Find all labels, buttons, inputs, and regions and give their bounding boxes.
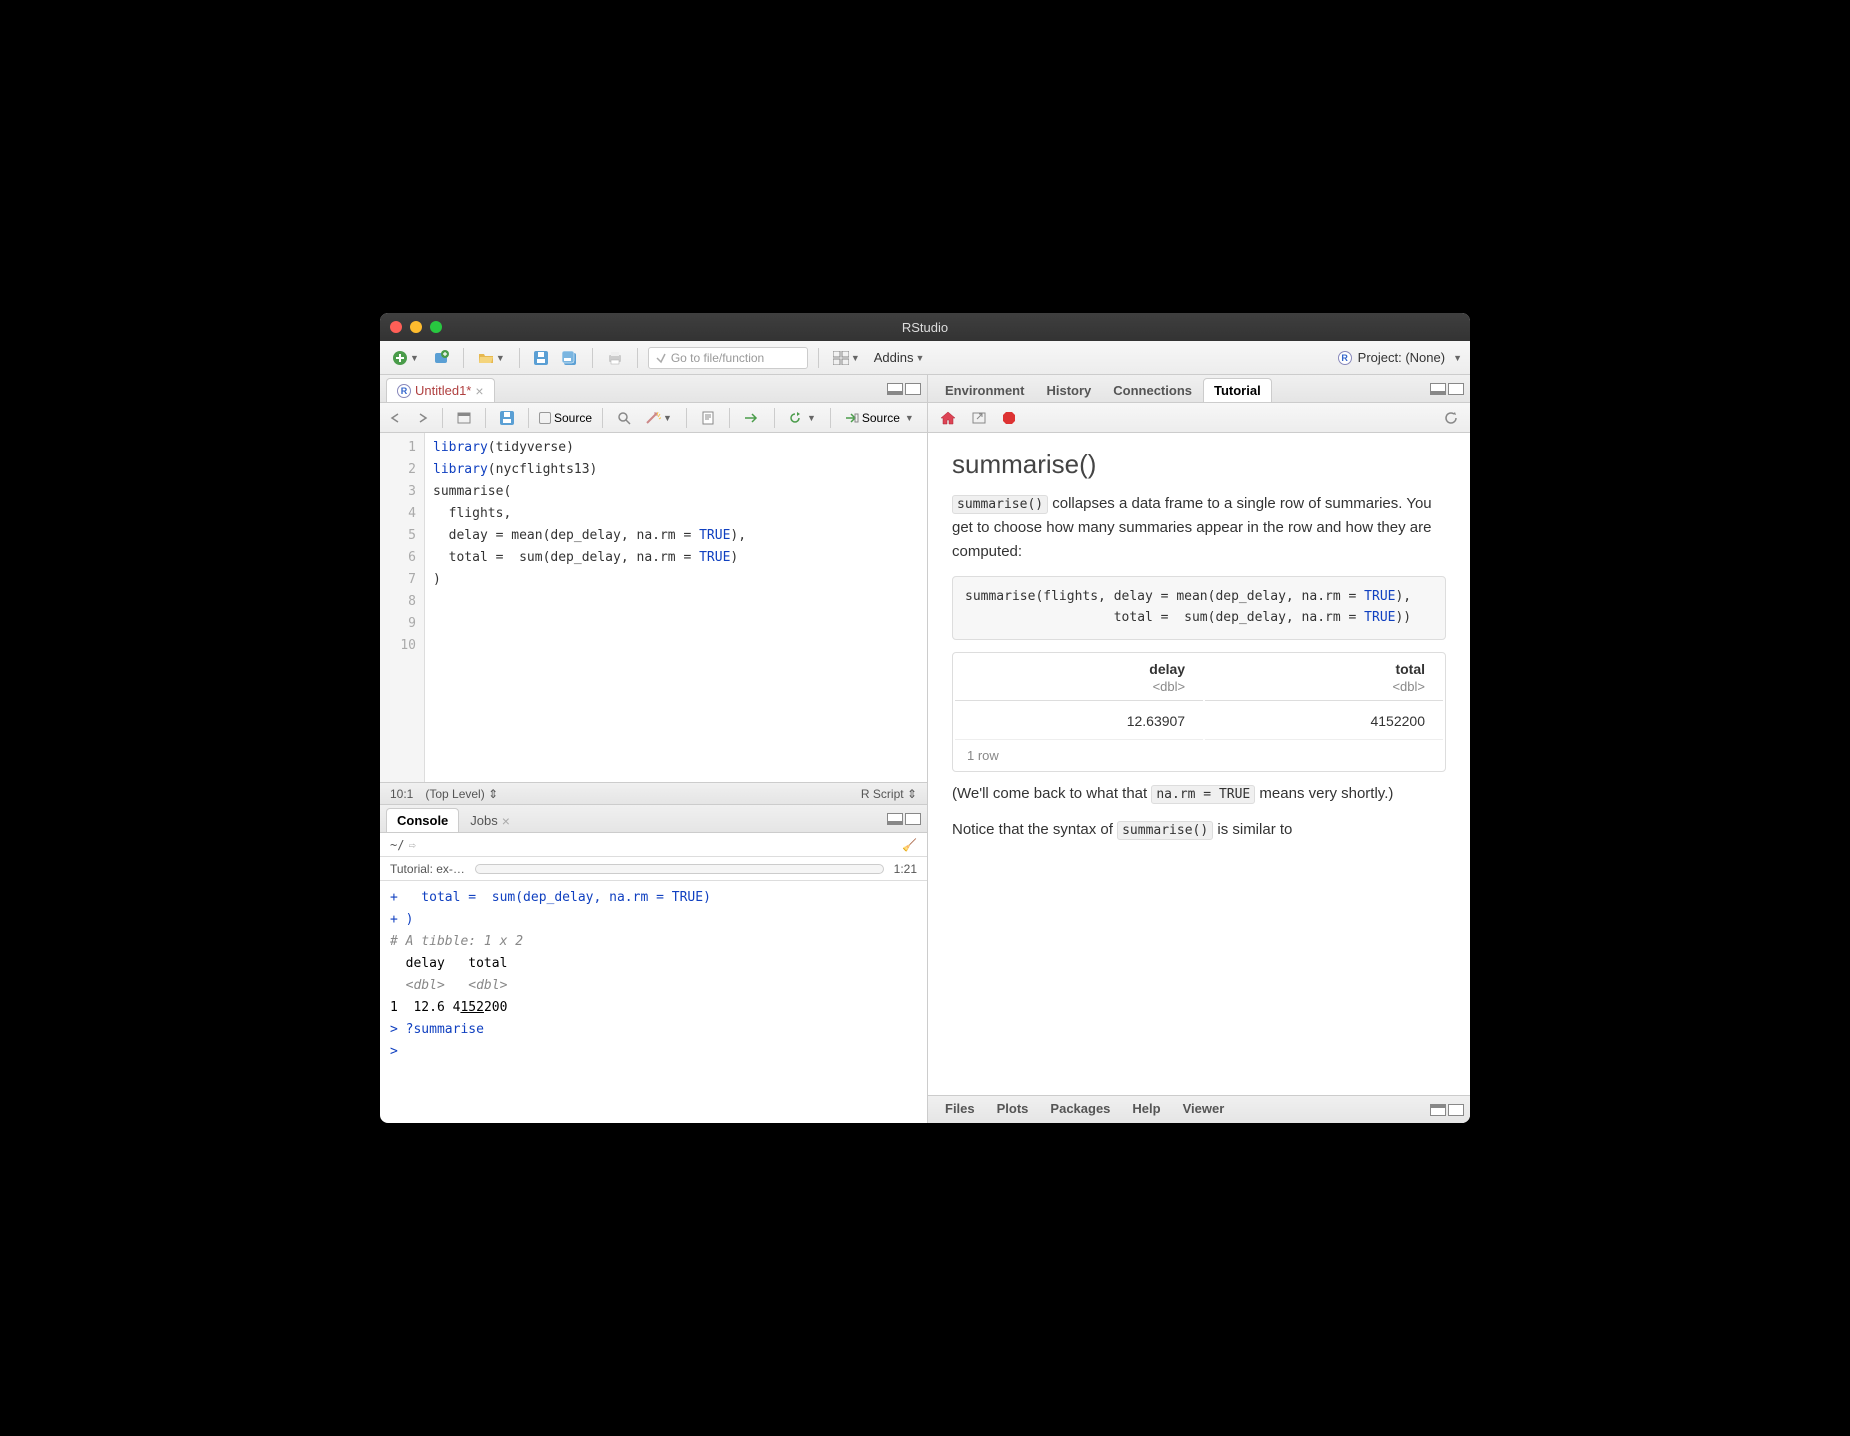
- tab-tutorial[interactable]: Tutorial: [1203, 378, 1272, 402]
- open-file-button[interactable]: ▼: [474, 347, 509, 369]
- tab-files[interactable]: Files: [934, 1096, 986, 1120]
- new-project-button[interactable]: [429, 347, 453, 369]
- source-toolbar: Source ▼ ▼ Source▼: [380, 403, 927, 433]
- main-toolbar: ▼ ▼ Go to file/function ▼ Addins ▼ R Pro…: [380, 341, 1470, 375]
- source-tabbar: R Untitled1* ×: [380, 375, 927, 403]
- right-top-tabbar: Environment History Connections Tutorial: [928, 375, 1470, 403]
- tutorial-para3: Notice that the syntax of summarise() is…: [952, 818, 1446, 842]
- addins-menu[interactable]: Addins ▼: [870, 347, 929, 369]
- tutorial-heading: summarise(): [952, 449, 1446, 480]
- minimize-pane-icon[interactable]: [1430, 1104, 1446, 1116]
- home-icon[interactable]: [936, 407, 960, 429]
- source-tab-untitled1[interactable]: R Untitled1* ×: [386, 378, 495, 402]
- tutorial-para1: summarise() collapses a data frame to a …: [952, 492, 1446, 564]
- maximize-pane-icon[interactable]: [1448, 383, 1464, 395]
- tab-jobs[interactable]: Jobs×: [459, 808, 521, 832]
- clear-console-icon[interactable]: 🧹: [902, 838, 917, 852]
- maximize-pane-icon[interactable]: [1448, 1104, 1464, 1116]
- progress-track[interactable]: [475, 864, 884, 874]
- compile-report-button[interactable]: [697, 407, 719, 429]
- console-path: ~/ ⇨ 🧹: [380, 833, 927, 857]
- minimize-pane-icon[interactable]: [1430, 383, 1446, 395]
- code-area[interactable]: library(tidyverse)library(nycflights13)s…: [425, 433, 927, 782]
- tutorial-toolbar: [928, 403, 1470, 433]
- tutorial-result-table: delaytotal <dbl><dbl> 12.639074152200 1 …: [952, 652, 1446, 772]
- cursor-position: 10:1: [390, 787, 413, 801]
- back-button[interactable]: [386, 407, 406, 429]
- tab-history[interactable]: History: [1035, 378, 1102, 402]
- tab-packages[interactable]: Packages: [1039, 1096, 1121, 1120]
- close-icon[interactable]: ×: [502, 813, 510, 829]
- tab-console[interactable]: Console: [386, 808, 459, 832]
- save-all-button[interactable]: [558, 347, 582, 369]
- save-button[interactable]: [530, 347, 552, 369]
- save-source-button[interactable]: [496, 407, 518, 429]
- code-tools-button[interactable]: ▼: [641, 407, 676, 429]
- tab-connections[interactable]: Connections: [1102, 378, 1203, 402]
- minimize-pane-icon[interactable]: [887, 383, 903, 395]
- tab-help[interactable]: Help: [1121, 1096, 1171, 1120]
- tutorial-para2: (We'll come back to what that na.rm = TR…: [952, 782, 1446, 806]
- rerun-button[interactable]: ▼: [785, 407, 820, 429]
- source-statusbar: 10:1 (Top Level) ⇕ R Script ⇕: [380, 782, 927, 804]
- console-output[interactable]: + total = sum(dep_delay, na.rm = TRUE)+ …: [380, 881, 927, 1123]
- console-tabbar: Console Jobs×: [380, 805, 927, 833]
- file-type-selector[interactable]: R Script ⇕: [861, 787, 917, 801]
- maximize-pane-icon[interactable]: [905, 383, 921, 395]
- close-tab-icon[interactable]: ×: [475, 383, 483, 399]
- goto-file-input[interactable]: Go to file/function: [648, 347, 808, 369]
- source-editor[interactable]: 12345678910 library(tidyverse)library(ny…: [380, 433, 927, 782]
- run-button[interactable]: [740, 407, 764, 429]
- app-title: RStudio: [380, 320, 1470, 335]
- right-bottom-tabbar: Files Plots Packages Help Viewer: [928, 1095, 1470, 1123]
- popout-icon[interactable]: [968, 407, 990, 429]
- titlebar: RStudio: [380, 313, 1470, 341]
- forward-button[interactable]: [412, 407, 432, 429]
- tab-plots[interactable]: Plots: [986, 1096, 1040, 1120]
- project-menu[interactable]: R Project: (None) ▼: [1338, 350, 1462, 365]
- rstudio-window: RStudio ▼ ▼ Go to file/function ▼ Addins…: [380, 313, 1470, 1123]
- r-file-icon: R: [397, 384, 411, 398]
- tutorial-progress-bar: Tutorial: ex-… 1:21: [380, 857, 927, 881]
- tab-viewer[interactable]: Viewer: [1172, 1096, 1236, 1120]
- goto-placeholder: Go to file/function: [671, 351, 764, 365]
- find-button[interactable]: [613, 407, 635, 429]
- source-script-button[interactable]: Source▼: [841, 407, 918, 429]
- pane-layout-button[interactable]: ▼: [829, 347, 864, 369]
- path-arrow-icon[interactable]: ⇨: [408, 838, 415, 852]
- tab-environment[interactable]: Environment: [934, 378, 1035, 402]
- scope-selector[interactable]: (Top Level) ⇕: [425, 787, 498, 801]
- print-button[interactable]: [603, 347, 627, 369]
- r-project-icon: R: [1338, 351, 1352, 365]
- source-on-save-checkbox[interactable]: Source: [539, 411, 592, 425]
- maximize-pane-icon[interactable]: [905, 813, 921, 825]
- stop-icon[interactable]: [998, 407, 1020, 429]
- tutorial-content[interactable]: summarise() summarise() collapses a data…: [928, 433, 1470, 1095]
- show-in-new-window-button[interactable]: [453, 407, 475, 429]
- tutorial-code-example: summarise(flights, delay = mean(dep_dela…: [952, 576, 1446, 640]
- minimize-pane-icon[interactable]: [887, 813, 903, 825]
- new-file-button[interactable]: ▼: [388, 347, 423, 369]
- line-gutter: 12345678910: [380, 433, 425, 782]
- refresh-icon[interactable]: [1440, 407, 1462, 429]
- table-row: 12.639074152200: [955, 703, 1443, 740]
